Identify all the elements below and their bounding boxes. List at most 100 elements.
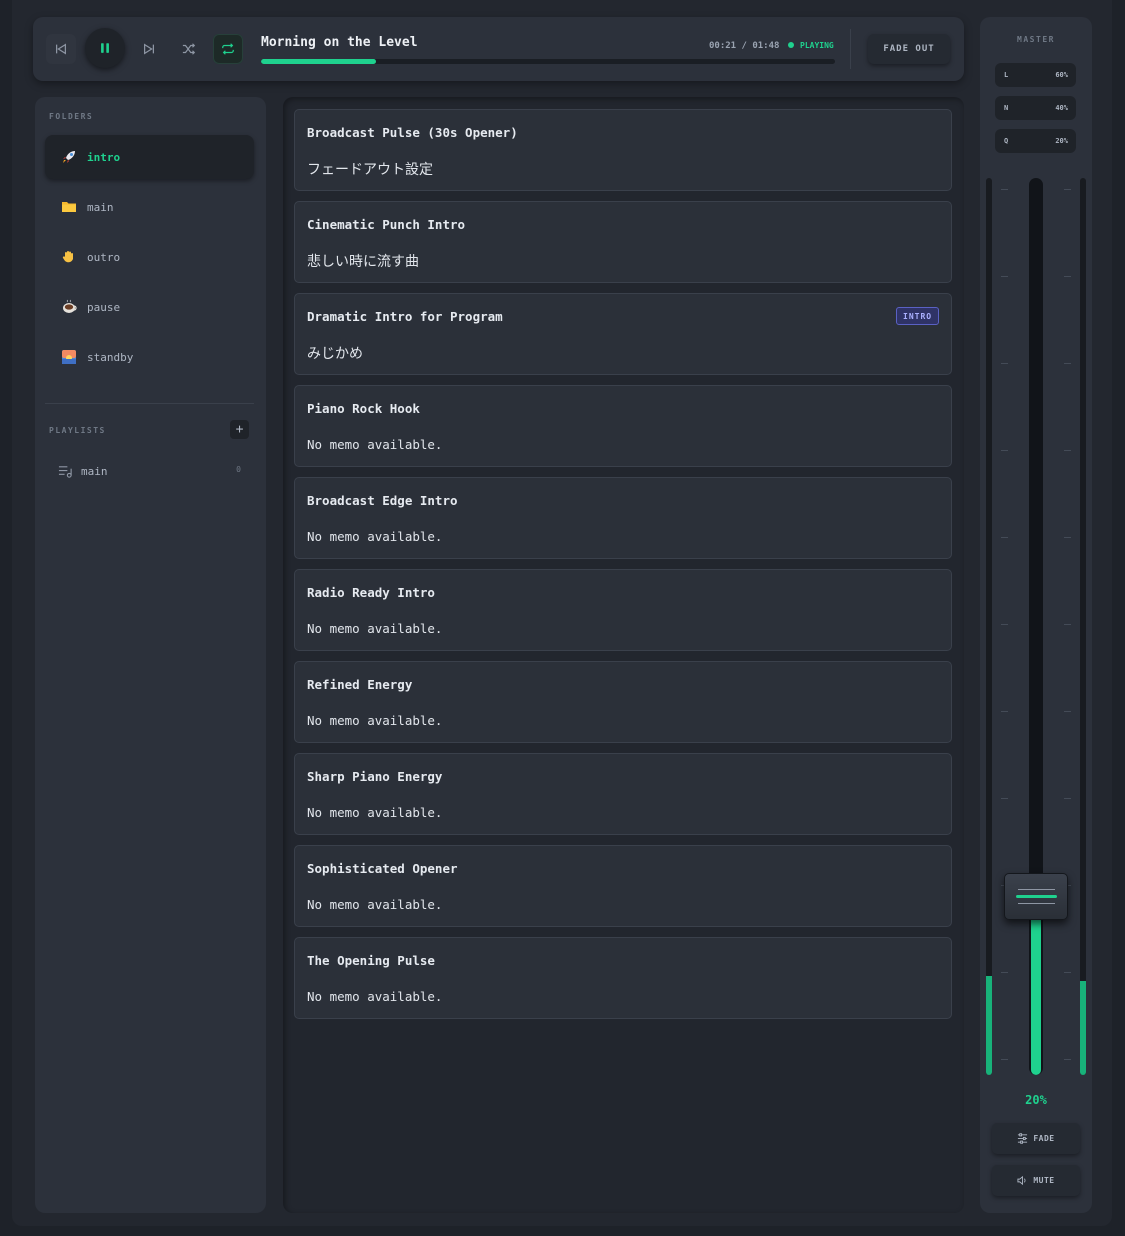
track-title: Dramatic Intro for Program	[307, 309, 503, 324]
pause-button[interactable]	[85, 28, 125, 68]
status-dot	[788, 42, 794, 48]
coffee-icon	[60, 298, 78, 316]
track-card[interactable]: Dramatic Intro for Program INTRO みじかめ	[294, 293, 952, 375]
waving-hand-icon	[60, 248, 78, 266]
add-playlist-button[interactable]: +	[230, 420, 249, 439]
now-playing-title: Morning on the Level	[261, 35, 418, 50]
folder-item-main[interactable]: main	[45, 185, 254, 229]
track-title: Cinematic Punch Intro	[307, 217, 466, 232]
track-title: Sharp Piano Energy	[307, 769, 443, 784]
progress-bar[interactable]	[261, 59, 835, 64]
shuffle-icon	[182, 43, 196, 55]
fader-tick	[1001, 363, 1008, 364]
track-memo: No memo available.	[307, 805, 443, 820]
pause-icon	[101, 43, 109, 53]
track-card[interactable]: Sophisticated Opener No memo available.	[294, 845, 952, 927]
track-memo: No memo available.	[307, 437, 443, 452]
folder-item-intro[interactable]: intro	[45, 135, 254, 179]
eq-q-control[interactable]: Q 20%	[995, 129, 1076, 153]
volume-readout: 20%	[1025, 1093, 1047, 1107]
folder-item-outro[interactable]: outro	[45, 235, 254, 279]
playlist-icon	[58, 465, 72, 478]
fader-tick	[1064, 276, 1071, 277]
fader-tick	[1064, 1059, 1071, 1060]
fader-tick	[1064, 972, 1071, 973]
track-title: The Opening Pulse	[307, 953, 435, 968]
folder-label: outro	[87, 250, 121, 264]
track-title: Broadcast Edge Intro	[307, 493, 458, 508]
repeat-button[interactable]	[213, 34, 243, 64]
fade-button[interactable]: FADE	[992, 1123, 1080, 1154]
track-card[interactable]: Piano Rock Hook No memo available.	[294, 385, 952, 467]
master-label: MASTER	[1017, 35, 1055, 44]
rocket-icon	[60, 148, 78, 166]
track-card[interactable]: Broadcast Edge Intro No memo available.	[294, 477, 952, 559]
fader-tick	[1001, 972, 1008, 973]
track-memo: みじかめ	[307, 346, 363, 362]
master-mixer: MASTER L 60% N 40% Q 20% 20% FADE MUTE	[980, 17, 1092, 1213]
track-memo: No memo available.	[307, 529, 443, 544]
volume-fader-knob[interactable]	[1004, 873, 1068, 920]
track-memo: フェードアウト設定	[307, 162, 433, 178]
track-card[interactable]: The Opening Pulse No memo available.	[294, 937, 952, 1019]
fader-tick	[1001, 1059, 1008, 1060]
track-title: Radio Ready Intro	[307, 585, 435, 600]
repeat-icon	[222, 43, 234, 55]
fader-tick	[1001, 798, 1008, 799]
folder-item-pause[interactable]: pause	[45, 285, 254, 329]
mute-label: MUTE	[1033, 1176, 1055, 1185]
folder-item-standby[interactable]: standby	[45, 335, 254, 379]
previous-button[interactable]	[46, 34, 76, 64]
folder-label: intro	[87, 150, 121, 164]
sliders-icon	[1018, 1133, 1028, 1144]
progress-fill	[261, 59, 376, 64]
fader-tick	[1064, 798, 1071, 799]
speaker-icon	[1017, 1175, 1026, 1186]
intro-badge: INTRO	[896, 307, 940, 325]
fader-tick	[1001, 537, 1008, 538]
eq-value: 20%	[1055, 137, 1068, 145]
fade-label: FADE	[1033, 1134, 1055, 1143]
folder-label: main	[87, 200, 114, 214]
folder-label: standby	[87, 350, 134, 364]
track-card[interactable]: Cinematic Punch Intro 悲しい時に流す曲	[294, 201, 952, 283]
fader-tick	[1001, 711, 1008, 712]
fader-tick	[1064, 189, 1071, 190]
playlists-heading: PLAYLISTS	[49, 426, 106, 435]
track-memo: No memo available.	[307, 897, 443, 912]
level-meter-right	[1080, 178, 1086, 1075]
sidebar-divider	[45, 403, 254, 404]
meter-right-fill	[1080, 981, 1086, 1075]
fader-tick	[1064, 537, 1071, 538]
volume-fader-track[interactable]	[1029, 178, 1043, 1075]
fade-out-button[interactable]: FADE OUT	[868, 34, 950, 64]
mute-button[interactable]: MUTE	[992, 1165, 1080, 1196]
next-button[interactable]	[134, 34, 164, 64]
fader-tick	[1001, 189, 1008, 190]
track-title: Broadcast Pulse (30s Opener)	[307, 125, 518, 140]
transport-divider	[850, 29, 851, 69]
eq-key: N	[1004, 104, 1009, 112]
track-card[interactable]: Sharp Piano Energy No memo available.	[294, 753, 952, 835]
eq-low-control[interactable]: L 60%	[995, 63, 1076, 87]
skip-previous-icon	[56, 43, 66, 55]
level-meter-left	[986, 178, 992, 1075]
eq-normal-control[interactable]: N 40%	[995, 96, 1076, 120]
playlist-label: main	[81, 464, 108, 478]
folders-heading: FOLDERS	[49, 112, 94, 121]
track-card[interactable]: Broadcast Pulse (30s Opener) フェードアウト設定	[294, 109, 952, 191]
track-card[interactable]: Radio Ready Intro No memo available.	[294, 569, 952, 651]
track-title: Piano Rock Hook	[307, 401, 420, 416]
playback-time: 00:21 / 01:48	[709, 41, 780, 51]
playlist-count: 0	[236, 465, 241, 474]
track-list: Broadcast Pulse (30s Opener) フェードアウト設定 C…	[283, 97, 964, 1213]
shuffle-button[interactable]	[174, 34, 204, 64]
fader-tick	[1064, 711, 1071, 712]
volume-fader-fill	[1031, 896, 1041, 1075]
track-title: Refined Energy	[307, 677, 413, 692]
skip-next-icon	[144, 43, 154, 55]
track-card[interactable]: Refined Energy No memo available.	[294, 661, 952, 743]
playlist-item-main[interactable]: main 0	[45, 457, 254, 485]
fader-tick	[1001, 276, 1008, 277]
transport-bar: Morning on the Level 00:21 / 01:48 PLAYI…	[33, 17, 964, 81]
